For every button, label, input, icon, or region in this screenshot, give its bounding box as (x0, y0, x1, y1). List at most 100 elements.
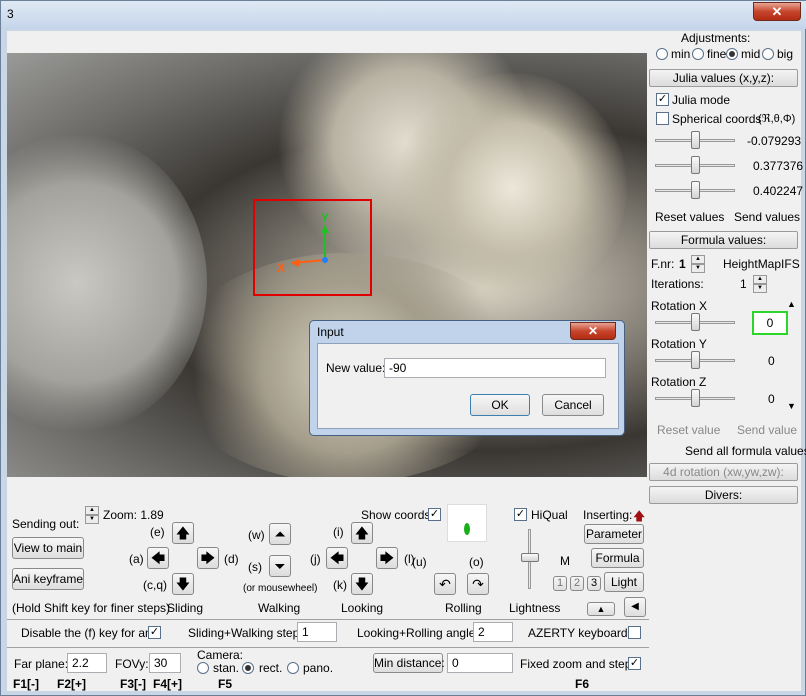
fnr-spinner[interactable]: ▲ ▼ (691, 255, 705, 273)
send-all-button[interactable]: Send all formula values (685, 444, 806, 458)
key-d-label: (d) (224, 552, 239, 566)
dialog-close-button[interactable]: ✕ (570, 322, 616, 340)
key-e-label: (e) (150, 525, 165, 539)
sliding-walking-label: Sliding+Walking step: (188, 626, 303, 640)
light-2-button[interactable]: 2 (570, 576, 584, 591)
new-value-input[interactable]: -90 (384, 358, 606, 378)
look-down-button[interactable]: 🡇 (351, 573, 373, 595)
min-distance-input[interactable]: 0 (447, 653, 513, 673)
scroll-down-icon[interactable]: ▼ (787, 401, 796, 411)
fixed-zoom-checkbox[interactable]: ✓ (628, 657, 641, 670)
fovy-input[interactable]: 30 (149, 653, 181, 673)
adj-big-radio[interactable] (762, 48, 774, 60)
min-distance-button[interactable]: Min distance: (373, 653, 445, 673)
rot4d-button[interactable]: 4d rotation (xw,yw,zw): (649, 463, 798, 481)
window-title: 3 (7, 7, 14, 21)
slide-right-button[interactable]: 🡆 (197, 547, 219, 569)
slide-down-button[interactable]: 🡇 (172, 573, 194, 595)
ani-keyframe-button[interactable]: Ani keyframe (12, 568, 84, 590)
look-right-button[interactable]: 🡆 (376, 547, 398, 569)
iterations-spinner[interactable]: ▲ ▼ (753, 275, 767, 293)
cam-stan-radio[interactable] (197, 662, 209, 674)
light-3-button[interactable]: 3 (587, 576, 601, 591)
rotation-x-slider[interactable] (655, 313, 735, 331)
view-to-main-button[interactable]: View to main (12, 537, 84, 559)
slide-left-button[interactable]: 🡄 (147, 547, 169, 569)
zoom-spinner[interactable]: ▲ ▼ (85, 506, 99, 524)
adj-fine-radio[interactable] (692, 48, 704, 60)
parameter-button[interactable]: Parameter (584, 524, 644, 544)
sending-out-label: Sending out: (12, 517, 80, 531)
spherical-checkbox[interactable] (656, 112, 669, 125)
fixed-zoom-label: Fixed zoom and steps (520, 657, 638, 671)
far-plane-input[interactable]: 2.2 (67, 653, 107, 673)
rotation-y-label: Rotation Y (651, 337, 707, 351)
looking-rolling-label: Looking+Rolling angle: (357, 626, 479, 640)
fovy-label: FOVy: (115, 657, 149, 671)
rotation-z-value: 0 (768, 392, 775, 406)
julia-x-slider[interactable] (655, 131, 735, 149)
adj-min-radio[interactable] (656, 48, 668, 60)
azerty-checkbox[interactable] (628, 626, 641, 639)
app-window: 3 ✕ Y X Adjustments: min fine mid big Ju… (0, 0, 806, 696)
hold-shift-hint: (Hold Shift key for finer steps) (12, 601, 171, 615)
cancel-button[interactable]: Cancel (542, 394, 604, 416)
adj-fine-label: fine (707, 47, 727, 61)
walk-backward-button[interactable]: ⏷ (269, 555, 291, 577)
iterations-label: Iterations: (651, 277, 704, 291)
f5-key: F5 (218, 677, 233, 691)
y-axis-label: Y (321, 211, 330, 225)
adj-min-label: min (671, 47, 691, 61)
lightness-slider[interactable] (521, 529, 539, 589)
formula-values-button[interactable]: Formula values: (649, 231, 798, 249)
zoom-label: Zoom: 1.89 (103, 508, 164, 522)
walk-forward-button[interactable]: ⏶ (269, 523, 291, 545)
looking-rolling-input[interactable]: 2 (473, 622, 513, 642)
julia-values-button[interactable]: Julia values (x,y,z): (649, 69, 798, 87)
collapse-up-button[interactable]: ▲ (587, 602, 615, 616)
sliding-label: Sliding (167, 601, 204, 615)
adj-mid-radio[interactable] (726, 48, 738, 60)
navigation-panel: Sending out: ▲ ▼ Zoom: 1.89 View to main … (7, 481, 801, 691)
cam-pano-radio[interactable] (287, 662, 299, 674)
slide-up-button[interactable]: 🡅 (172, 522, 194, 544)
fnr-label: F.nr: (651, 257, 675, 271)
look-left-button[interactable]: 🡄 (326, 547, 348, 569)
send-value-button[interactable]: Send value (737, 423, 797, 437)
julia-y-slider[interactable] (655, 156, 735, 174)
separator-2 (7, 647, 649, 648)
reset-value-button[interactable]: Reset value (657, 423, 720, 437)
julia-z-slider[interactable] (655, 181, 735, 199)
look-up-button[interactable]: 🡅 (351, 522, 373, 544)
julia-y-value: 0.377376 (753, 159, 804, 173)
light-1-button[interactable]: 1 (553, 576, 567, 591)
rotation-y-slider[interactable] (655, 351, 735, 369)
key-u-label: (u) (412, 555, 427, 569)
rotation-z-slider[interactable] (655, 389, 735, 407)
show-coords-checkbox[interactable]: ✓ (428, 508, 441, 521)
sliding-walking-input[interactable]: 1 (297, 622, 337, 642)
formula-button[interactable]: Formula (591, 548, 644, 568)
new-value-label: New value: (326, 361, 386, 375)
key-w-label: (w) (248, 528, 265, 542)
collapse-left-button[interactable]: ◀ (624, 597, 646, 617)
julia-z-value: 0.402247 (753, 184, 804, 198)
send-values-button[interactable]: Send values (734, 210, 800, 224)
julia-mode-checkbox[interactable]: ✓ (656, 93, 669, 106)
ok-button[interactable]: OK (470, 394, 530, 416)
disable-f-checkbox[interactable]: ✓ (148, 626, 161, 639)
title-bar[interactable]: 3 ✕ (1, 1, 806, 29)
scroll-up-icon[interactable]: ▲ (787, 299, 796, 309)
mousewheel-hint: (or mousewheel) (243, 583, 318, 594)
window-close-button[interactable]: ✕ (753, 2, 801, 21)
hiqual-checkbox[interactable]: ✓ (514, 508, 527, 521)
reset-values-button[interactable]: Reset values (655, 210, 724, 224)
disable-f-label: Disable the (f) key for ani (21, 626, 155, 640)
julia-x-value: -0.079293 (747, 134, 802, 148)
key-j-label: (j) (310, 552, 321, 566)
rotation-x-value[interactable]: 0 (752, 311, 788, 335)
roll-left-button[interactable]: ↶ (434, 573, 456, 595)
cam-rect-radio[interactable] (242, 662, 254, 674)
light-button[interactable]: Light (604, 572, 644, 592)
roll-right-button[interactable]: ↷ (467, 573, 489, 595)
